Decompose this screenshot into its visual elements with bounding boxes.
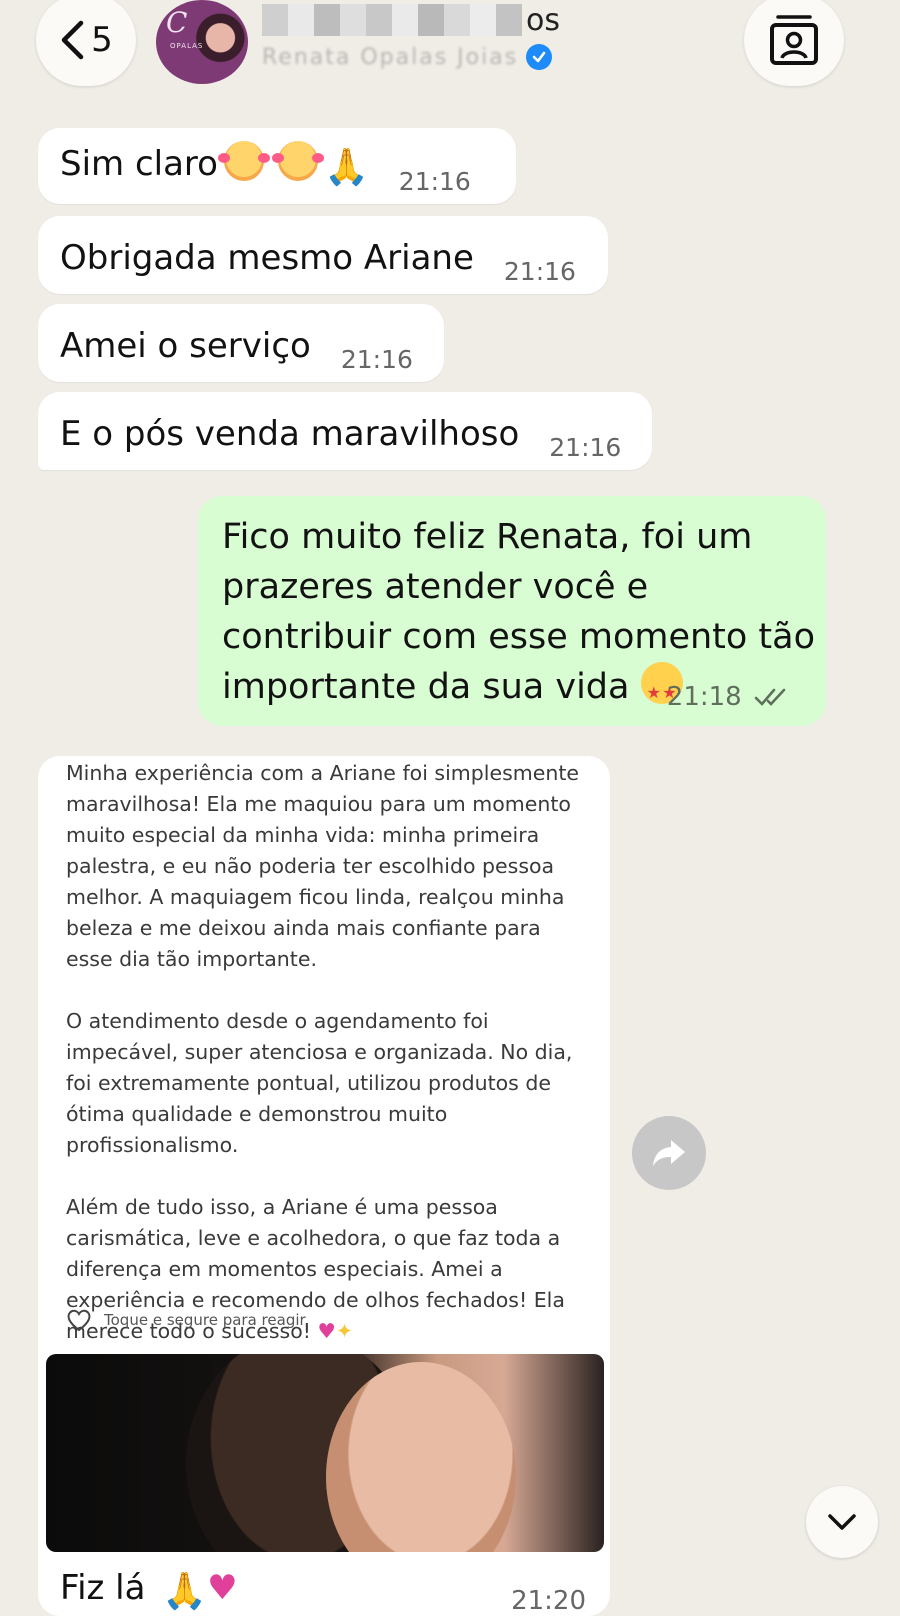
message-time: 21:18: [666, 682, 742, 712]
avatar-logo-sub: OPALAS: [170, 42, 204, 50]
message-time-row: 21:18: [667, 682, 790, 712]
heart-outline-icon: [67, 1309, 91, 1332]
message-bubble[interactable]: Amei o serviço 21:16: [38, 304, 444, 382]
outgoing-message-bubble[interactable]: Fico muito feliz Renata, foi um prazeres…: [198, 496, 826, 726]
message-time: 21:16: [398, 167, 471, 196]
sparkling-heart-emoji-icon: ♥: [207, 1568, 238, 1608]
avatar[interactable]: C OPALAS: [156, 0, 248, 84]
message-time: 21:16: [340, 345, 413, 374]
message-bubble[interactable]: E o pós venda maravilhoso 21:16: [38, 392, 652, 470]
praying-hands-emoji-icon: 🙏: [323, 147, 369, 188]
sparkles-emoji-icon: ✦: [335, 1319, 354, 1343]
message-time: 21:20: [511, 1586, 586, 1616]
contact-subtitle-row: Renata Opalas Joias: [262, 42, 553, 72]
smiling-hearts-emoji-icon: [217, 141, 270, 181]
forward-button[interactable]: [632, 1116, 706, 1190]
shared-photo[interactable]: [46, 1354, 604, 1552]
message-bubble[interactable]: Obrigada mesmo Ariane 21:16: [38, 216, 608, 294]
photo-caption: Fiz lá 🙏♥: [60, 1568, 238, 1612]
message-bubble[interactable]: Sim claro 🙏 21:16: [38, 128, 516, 204]
pixelated-name: [262, 4, 522, 36]
contact-info-button[interactable]: [744, 0, 844, 86]
review-paragraph: Minha experiência com a Ariane foi simpl…: [66, 761, 579, 971]
message-text: Obrigada mesmo Ariane: [60, 238, 474, 278]
praying-hands-emoji-icon: 🙏: [162, 1571, 208, 1612]
chevron-down-icon: [828, 1514, 856, 1530]
verified-badge-icon: [526, 44, 553, 70]
avatar-logo: C: [166, 6, 188, 39]
contact-card-icon: [770, 15, 818, 65]
contact-name[interactable]: os: [262, 0, 562, 40]
unread-count: 5: [91, 20, 113, 60]
sparkling-heart-emoji-icon: ♥: [317, 1319, 336, 1343]
smiling-hearts-emoji-icon: [271, 141, 324, 181]
contact-subtitle: Renata Opalas Joias: [262, 44, 519, 70]
chevron-left-icon: [61, 20, 84, 60]
double-check-icon: [754, 688, 786, 706]
forward-arrow-icon: [653, 1140, 685, 1166]
message-text: E o pós venda maravilhoso: [60, 414, 520, 454]
back-button[interactable]: 5: [36, 0, 136, 86]
message-text: Amei o serviço: [60, 326, 311, 366]
message-time: 21:16: [503, 257, 576, 286]
message-text: Sim claro 🙏: [60, 141, 369, 190]
review-message-card[interactable]: Minha experiência com a Ariane foi simpl…: [38, 756, 610, 1616]
react-hint-row[interactable]: Toque e segure para reagir: [66, 1308, 306, 1332]
scroll-to-bottom-button[interactable]: [806, 1486, 878, 1558]
react-hint-text: Toque e segure para reagir: [104, 1311, 306, 1329]
review-paragraph: O atendimento desde o agendamento foi im…: [66, 1009, 573, 1157]
contact-name-tail: os: [526, 2, 560, 38]
review-text: Minha experiência com a Ariane foi simpl…: [66, 758, 586, 1378]
message-time: 21:16: [549, 433, 622, 462]
